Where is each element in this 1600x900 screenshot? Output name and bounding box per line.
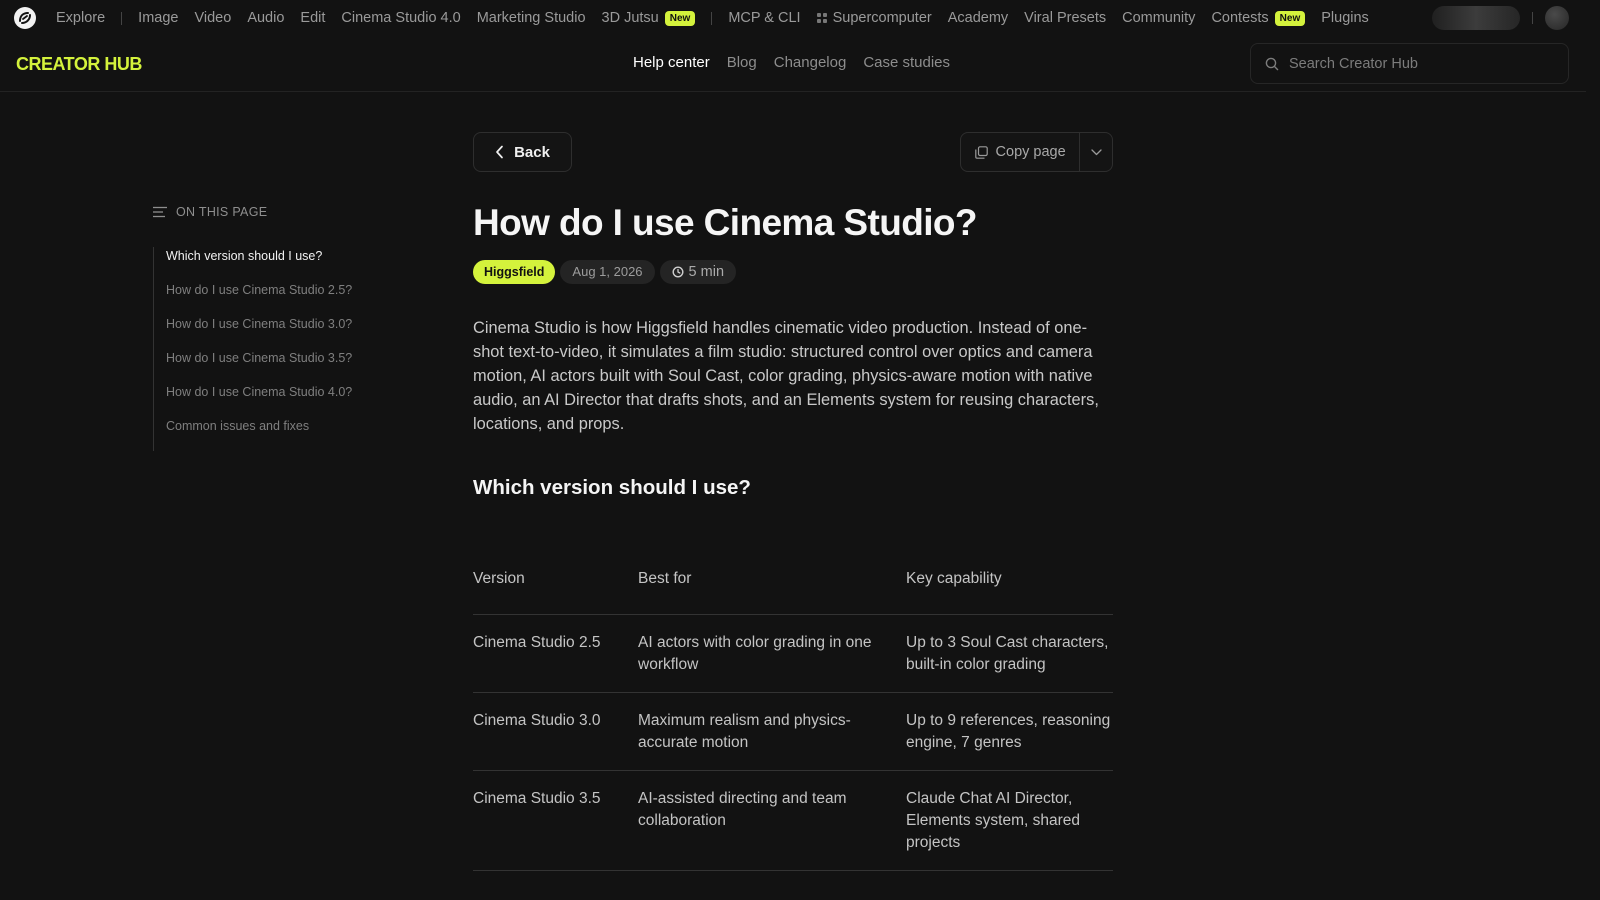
nav-item-label: 3D Jutsu — [601, 10, 659, 26]
nav-item-contests[interactable]: Contests New — [1211, 10, 1306, 26]
tab-case-studies[interactable]: Case studies — [863, 54, 950, 71]
date-badge: Aug 1, 2026 — [560, 260, 655, 284]
nav-item-supercomputer[interactable]: Supercomputer — [816, 10, 932, 26]
toc-item[interactable]: How do I use Cinema Studio 3.0? — [166, 315, 413, 349]
table-cell: Maximum realism and physics-accurate mot… — [638, 692, 906, 771]
nav-item-label: Video — [194, 10, 232, 26]
chevron-left-icon — [496, 145, 503, 159]
table-header-cell: Version — [473, 570, 638, 615]
nav-item-plugins[interactable]: Plugins — [1321, 10, 1369, 26]
section-heading: Which version should I use? — [473, 476, 751, 499]
table-header-cell: Best for — [638, 570, 906, 615]
chevron-down-icon — [1090, 148, 1102, 155]
nav-item-video[interactable]: Video — [194, 10, 231, 26]
toc-list: Which version should I use? How do I use … — [153, 247, 413, 451]
table-cell: AI-assisted directing and team collabora… — [638, 770, 906, 871]
nav-item-label: Cinema Studio 4.0 — [341, 10, 461, 26]
tab-changelog[interactable]: Changelog — [774, 54, 847, 71]
search-input[interactable] — [1289, 55, 1549, 72]
table-body: Cinema Studio 2.5 AI actors with color gr… — [473, 614, 1113, 871]
read-time-badge: 5 min — [659, 260, 737, 284]
grid-icon — [816, 13, 827, 23]
nav-item-3d-jutsu[interactable]: 3D Jutsu New — [602, 10, 696, 26]
list-icon — [153, 206, 167, 218]
article-meta: Higgsfield Aug 1, 2026 5 min — [473, 260, 741, 284]
table-cell: Up to 3 Soul Cast characters, built-in c… — [906, 614, 1113, 693]
back-label: Back — [514, 143, 550, 161]
creator-hub-brand[interactable]: CREATOR HUB — [16, 54, 142, 75]
intro-paragraph: Cinema Studio is how Higgsfield handles … — [473, 319, 1099, 433]
nav-divider — [1532, 12, 1533, 24]
nav-item-label: Viral Presets — [1024, 10, 1107, 26]
nav-item-label: Audio — [247, 10, 285, 26]
tab-blog[interactable]: Blog — [727, 54, 757, 71]
table-cell: Claude Chat AI Director, Elements system… — [906, 770, 1113, 871]
nav-item-academy[interactable]: Academy — [948, 10, 1008, 26]
table-cell: Cinema Studio 3.0 — [473, 692, 638, 771]
version-table: Version Best for Key capability Cinema S… — [473, 570, 1113, 871]
author-badge[interactable]: Higgsfield — [473, 260, 556, 284]
read-time-text: 5 min — [688, 264, 725, 280]
nav-item-label: Community — [1122, 10, 1196, 26]
credits-pill[interactable] — [1432, 6, 1520, 30]
copy-options-dropdown[interactable] — [1080, 133, 1112, 171]
toc-item[interactable]: How do I use Cinema Studio 2.5? — [166, 281, 413, 315]
toc-item[interactable]: How do I use Cinema Studio 4.0? — [166, 383, 413, 417]
nav-item-label: Supercomputer — [832, 10, 932, 26]
tab-help-center[interactable]: Help center — [633, 54, 710, 71]
nav-item-community[interactable]: Community — [1122, 10, 1195, 26]
nav-item-marketing-studio[interactable]: Marketing Studio — [477, 10, 586, 26]
nav-item-label: Edit — [300, 10, 326, 26]
new-badge: New — [1274, 10, 1306, 26]
toc-item[interactable]: Which version should I use? — [166, 247, 413, 281]
table-cell: Up to 9 references, reasoning engine, 7 … — [906, 692, 1113, 771]
nav-item-image[interactable]: Image — [138, 10, 178, 26]
copy-icon — [974, 145, 988, 159]
table-row: Cinema Studio 3.0 Maximum realism and phy… — [473, 692, 1113, 771]
nav-item-cinema-studio-4-0[interactable]: Cinema Studio 4.0 — [341, 10, 460, 26]
page-title: How do I use Cinema Studio? — [473, 202, 977, 243]
search-box[interactable] — [1250, 43, 1569, 84]
toc-heading: ON THIS PAGE — [153, 205, 413, 219]
nav-item-label: Contests — [1211, 10, 1269, 26]
nav-item-mcp-cli[interactable]: MCP & CLI — [728, 10, 800, 26]
nav-item-label: Academy — [947, 10, 1009, 26]
nav-item-audio[interactable]: Audio — [247, 10, 284, 26]
date-text: Aug 1, 2026 — [572, 264, 643, 279]
avatar[interactable] — [1545, 6, 1569, 30]
table-cell: AI actors with color grading in one work… — [638, 614, 906, 693]
new-badge: New — [664, 10, 696, 26]
nav-divider — [711, 11, 713, 25]
copy-page-group: Copy page — [960, 132, 1113, 172]
nav-divider — [121, 11, 123, 25]
top-nav-items: Explore Image Video Audio Edit Cinema Studio … — [56, 0, 1385, 36]
table-row: Cinema Studio 2.5 AI actors with color gr… — [473, 614, 1113, 693]
creator-hub-tabs: Help center Blog Changelog Case studies — [633, 54, 967, 71]
table-cell: Cinema Studio 3.5 — [473, 770, 638, 871]
nav-item-explore[interactable]: Explore — [56, 10, 105, 26]
search-icon — [1265, 57, 1279, 70]
nav-item-label: Image — [138, 10, 179, 26]
copy-page-button[interactable]: Copy page — [961, 133, 1081, 171]
nav-item-label: MCP & CLI — [728, 10, 801, 26]
top-navigation: Explore Image Video Audio Edit Cinema Studio … — [0, 0, 1586, 36]
nav-item-label: Plugins — [1321, 10, 1369, 26]
table-header-row: Version Best for Key capability — [473, 570, 1113, 615]
nav-item-edit[interactable]: Edit — [300, 10, 325, 26]
copy-page-label: Copy page — [995, 144, 1066, 160]
table-of-contents: ON THIS PAGE Which version should I use?… — [153, 205, 413, 451]
creator-hub-header: CREATOR HUB Help center Blog Changelog Case… — [0, 42, 1586, 92]
app-logo-icon[interactable] — [14, 7, 36, 29]
nav-item-label: Marketing Studio — [476, 10, 586, 26]
table-row: Cinema Studio 3.5 AI-assisted directing a… — [473, 770, 1113, 871]
nav-item-viral-presets[interactable]: Viral Presets — [1024, 10, 1106, 26]
clock-icon — [672, 266, 684, 278]
table-cell: Cinema Studio 2.5 — [473, 614, 638, 693]
table-header-cell: Key capability — [906, 570, 1113, 615]
back-button[interactable]: Back — [473, 132, 572, 172]
toc-item[interactable]: How do I use Cinema Studio 3.5? — [166, 349, 413, 383]
toc-title: ON THIS PAGE — [176, 205, 268, 219]
nav-item-label: Explore — [56, 10, 106, 26]
toc-item[interactable]: Common issues and fixes — [166, 417, 413, 451]
